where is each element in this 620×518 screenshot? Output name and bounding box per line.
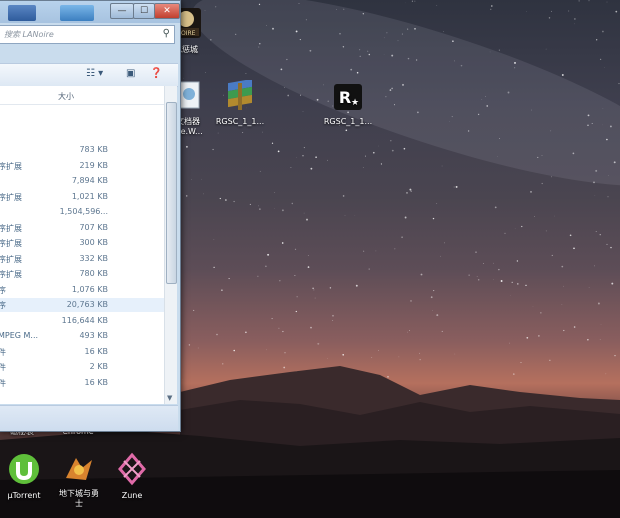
file-row[interactable]: 1,504,596... [0, 205, 164, 219]
file-size: 300 KB [79, 238, 108, 247]
file-type: 件 [0, 347, 6, 358]
rockstar-icon: R ★ [312, 82, 384, 114]
scroll-down-arrow-icon[interactable]: ▼ [167, 394, 172, 402]
file-row[interactable]: 783 KB [0, 143, 164, 157]
file-row[interactable]: 件 16 KB [0, 345, 164, 359]
zune-caption: Zune [121, 491, 143, 500]
file-size: 219 KB [79, 160, 108, 170]
file-row[interactable]: 序扩展 300 KB [0, 236, 164, 250]
rockstar-caption: RGSC_1_1... [323, 117, 373, 126]
svg-text:R: R [339, 88, 351, 107]
search-field[interactable]: 搜索 LANoire ⚲ [0, 25, 175, 44]
file-row[interactable]: 序 20,763 KB [0, 298, 164, 312]
file-type: 序扩展 [0, 239, 22, 248]
file-row[interactable]: 序扩展 332 KB [0, 252, 164, 266]
file-row[interactable]: 序扩展 707 KB [0, 221, 164, 235]
file-row[interactable]: 序扩展 219 KB [0, 159, 164, 173]
file-row[interactable]: MPEG M... 493 KB [0, 329, 164, 343]
file-type: 序扩展 [0, 223, 22, 233]
file-size: 2 KB [89, 362, 108, 371]
winrar-caption: RGSC_1_1... [215, 117, 265, 126]
scrollbar-thumb[interactable] [166, 102, 177, 284]
search-icon[interactable]: ⚲ [163, 28, 170, 39]
file-type: MPEG M... [0, 331, 39, 340]
file-size: 16 KB [84, 377, 108, 387]
file-size: 1,504,596... [59, 207, 108, 216]
file-size: 707 KB [79, 222, 108, 232]
status-bar [0, 405, 178, 431]
folder-nav-icon[interactable] [60, 5, 94, 21]
file-type: 序扩展 [0, 192, 22, 202]
file-row[interactable]: 116,644 KB [0, 314, 164, 328]
search-placeholder: 搜索 LANoire [4, 30, 54, 39]
file-row[interactable]: 7,894 KB [0, 174, 164, 188]
file-type: 序扩展 [0, 254, 22, 264]
svg-text:★: ★ [351, 98, 359, 108]
file-size: 20,763 KB [66, 300, 108, 309]
file-size: 1,076 KB [71, 284, 108, 294]
desktop-icon-winrar[interactable]: RGSC_1_1... [204, 78, 276, 127]
minimize-button[interactable]: — [110, 3, 134, 19]
file-row[interactable]: 序扩展 780 KB [0, 267, 164, 281]
file-list: 大小 783 KB 序扩展 219 KB 7,894 KB 序扩展 1,021 KB 1,5… [0, 86, 164, 404]
winrar-archive-icon [204, 78, 276, 114]
file-type: 件 [0, 362, 6, 373]
close-button[interactable]: ✕ [154, 3, 180, 19]
file-size: 116,644 KB [61, 315, 108, 325]
file-size: 332 KB [79, 253, 108, 263]
file-type: 件 [0, 378, 6, 389]
file-row[interactable]: 序扩展 1,021 KB [0, 190, 164, 204]
maximize-button[interactable]: ☐ [133, 3, 155, 19]
column-size-header[interactable]: 大小 [58, 91, 74, 102]
desktop-icon-zune[interactable]: Zune [96, 452, 168, 501]
file-type: 序扩展 [0, 161, 22, 171]
file-type: 序 [0, 300, 6, 311]
preview-pane-icon[interactable]: ▣ [126, 68, 135, 79]
file-size: 493 KB [79, 331, 108, 340]
desktop-icon-rockstar[interactable]: R ★ RGSC_1_1... [312, 82, 384, 127]
zune-icon [96, 452, 168, 488]
column-header[interactable]: 大小 [0, 86, 164, 105]
file-size: 7,894 KB [71, 176, 108, 185]
window-titlebar[interactable]: — ☐ ✕ [0, 1, 180, 23]
file-row[interactable]: 件 2 KB [0, 360, 164, 374]
explorer-toolbar: ☷ ▾ ▣ ❓ [0, 63, 178, 87]
vertical-scrollbar[interactable]: ▼ [164, 86, 177, 404]
file-type: 序扩展 [0, 270, 22, 279]
explorer-window: — ☐ ✕ 搜索 LANoire ⚲ ☷ ▾ ▣ ❓ 大小 783 KB 序扩展 2… [0, 0, 181, 432]
view-options-icon[interactable]: ☷ ▾ [86, 68, 103, 79]
file-size: 1,021 KB [71, 191, 108, 201]
file-size: 783 KB [79, 145, 108, 154]
file-size: 780 KB [79, 269, 108, 278]
back-nav-icon[interactable] [8, 5, 36, 21]
file-row[interactable]: 件 16 KB [0, 376, 164, 390]
file-type: 序 [0, 285, 6, 296]
file-size: 16 KB [84, 346, 108, 356]
help-icon[interactable]: ❓ [150, 68, 162, 79]
file-row[interactable]: 序 1,076 KB [0, 283, 164, 297]
